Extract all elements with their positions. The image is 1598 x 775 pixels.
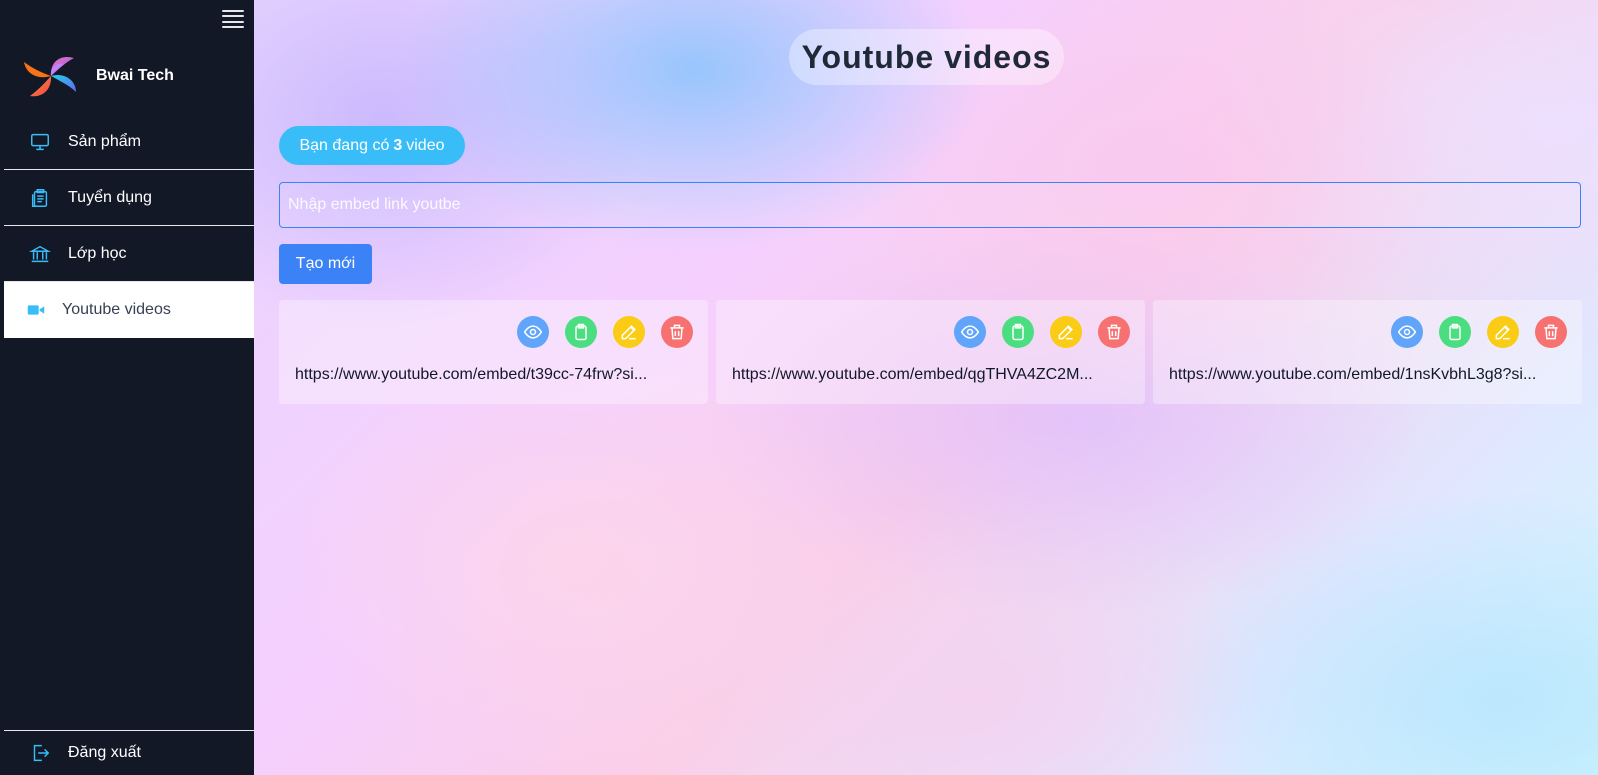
clipboard-icon (575, 323, 587, 341)
trash-icon (670, 324, 684, 340)
video-url: https://www.youtube.com/embed/1nsKvbhL3g… (1169, 366, 1537, 383)
sidebar-item-lop-hoc[interactable]: Lớp học (4, 226, 254, 282)
eye-icon (960, 325, 980, 339)
create-button[interactable]: Tạo mới (279, 244, 372, 284)
sidebar-nav: Sản phẩm Tuyển dụng Lớp học Youtube vide… (4, 114, 254, 338)
count-value: 3 (393, 136, 403, 154)
brand-logo (24, 56, 76, 97)
clipboard-icon (1449, 323, 1461, 341)
clipboard-list-icon (28, 186, 52, 210)
sidebar-item-label: Lớp học (68, 244, 127, 262)
embed-link-input[interactable] (279, 182, 1581, 228)
sidebar: Bwai Tech Sản phẩm Tuyển dụng Lớp học Yo… (4, 0, 254, 775)
card-actions (1391, 316, 1567, 348)
sidebar-item-tuyen-dung[interactable]: Tuyển dụng (4, 170, 254, 226)
card-actions (954, 316, 1130, 348)
delete-button[interactable] (661, 316, 693, 348)
count-suffix: video (406, 136, 445, 154)
sidebar-item-label: Sản phẩm (68, 132, 141, 150)
main-content: Youtube videos Bạn đang có 3 video Tạo m… (254, 0, 1598, 775)
monitor-icon (28, 130, 52, 154)
video-list: https://www.youtube.com/embed/t39cc-74fr… (279, 300, 1582, 404)
logout-button[interactable]: Đăng xuất (4, 730, 254, 775)
video-card: https://www.youtube.com/embed/t39cc-74fr… (279, 300, 708, 404)
brand-name: Bwai Tech (96, 67, 174, 84)
brand: Bwai Tech (20, 50, 174, 102)
logout-label: Đăng xuất (68, 744, 141, 761)
trash-icon (1544, 324, 1558, 340)
count-prefix: Bạn đang có (299, 136, 390, 154)
view-button[interactable] (517, 316, 549, 348)
copy-button[interactable] (1439, 316, 1471, 348)
copy-button[interactable] (565, 316, 597, 348)
edit-icon (1058, 325, 1073, 340)
view-button[interactable] (954, 316, 986, 348)
video-camera-icon (24, 298, 48, 322)
sidebar-item-label: Youtube videos (62, 301, 171, 318)
video-card: https://www.youtube.com/embed/1nsKvbhL3g… (1153, 300, 1582, 404)
menu-icon[interactable] (222, 10, 244, 28)
sidebar-item-youtube-videos[interactable]: Youtube videos (4, 282, 254, 338)
logout-icon (28, 741, 52, 765)
video-url: https://www.youtube.com/embed/t39cc-74fr… (295, 366, 648, 383)
clipboard-icon (1012, 323, 1024, 341)
sidebar-item-san-pham[interactable]: Sản phẩm (4, 114, 254, 170)
video-count-badge: Bạn đang có 3 video (279, 126, 465, 165)
edit-button[interactable] (1487, 316, 1519, 348)
sidebar-item-label: Tuyển dụng (68, 188, 152, 206)
video-url: https://www.youtube.com/embed/qgTHVA4ZC2… (732, 366, 1093, 383)
card-actions (517, 316, 693, 348)
trash-icon (1107, 324, 1121, 340)
delete-button[interactable] (1535, 316, 1567, 348)
video-card: https://www.youtube.com/embed/qgTHVA4ZC2… (716, 300, 1145, 404)
view-button[interactable] (1391, 316, 1423, 348)
delete-button[interactable] (1098, 316, 1130, 348)
page-title: Youtube videos (789, 29, 1064, 85)
edit-button[interactable] (613, 316, 645, 348)
eye-icon (1397, 325, 1417, 339)
edit-icon (621, 325, 636, 340)
building-columns-icon (28, 242, 52, 266)
eye-icon (523, 325, 543, 339)
copy-button[interactable] (1002, 316, 1034, 348)
edit-button[interactable] (1050, 316, 1082, 348)
edit-icon (1495, 325, 1510, 340)
